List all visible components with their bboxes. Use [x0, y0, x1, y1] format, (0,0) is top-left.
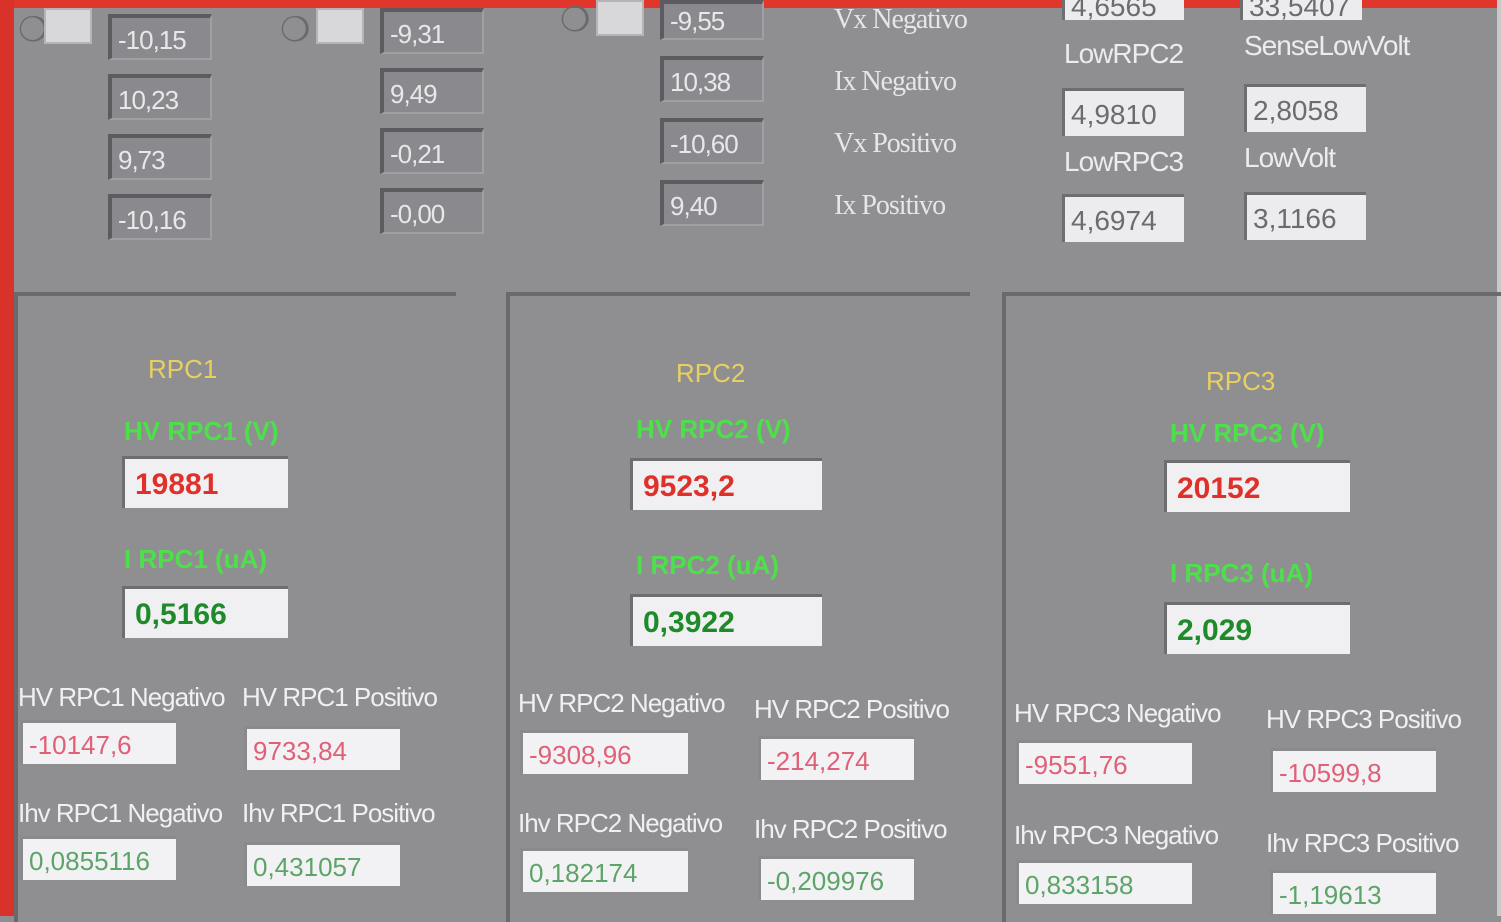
hv-positivo-value: -10599,8: [1270, 748, 1436, 792]
ihv-positivo-value: -1,19613: [1270, 870, 1436, 914]
current-value: 0,3922: [630, 594, 822, 646]
low-value-box: 4,6565: [1062, 0, 1184, 22]
knob-value-box[interactable]: [316, 8, 364, 44]
low-rpc2-value: 4,9810: [1062, 88, 1184, 136]
axis-label: Vx Positivo: [834, 128, 957, 159]
hv-value: 20152: [1164, 460, 1350, 512]
voltage-readout: -0,21: [380, 128, 484, 174]
ihv-positivo-label: Ihv RPC1 Positivo: [242, 798, 436, 828]
ihv-positivo-label: Ihv RPC3 Positivo: [1266, 828, 1460, 858]
ihv-positivo-label: Ihv RPC2 Positivo: [754, 814, 948, 844]
window-frame-left: [0, 0, 14, 916]
hv-label: HV RPC1 (V): [124, 416, 279, 446]
hv-value: 19881: [122, 456, 288, 508]
hv-value: 9523,2: [630, 458, 822, 510]
axis-label: Ix Positivo: [834, 190, 946, 221]
ihv-negativo-value: 0,833158: [1016, 860, 1192, 904]
hv-negativo-label: HV RPC2 Negativo: [518, 688, 726, 718]
hv-positivo-value: -214,274: [758, 736, 914, 780]
voltage-readout: -10,16: [108, 194, 212, 240]
hv-negativo-label: HV RPC3 Negativo: [1014, 698, 1222, 728]
hv-positivo-label: HV RPC3 Positivo: [1266, 704, 1462, 734]
hv-positivo-label: HV RPC2 Positivo: [754, 694, 950, 724]
voltage-readout: 9,49: [380, 68, 484, 114]
panel-title: RPC2: [676, 358, 746, 388]
voltage-readout: 9,40: [660, 180, 764, 226]
voltage-readout: -10,15: [108, 14, 212, 60]
low-value-box: 33,5407: [1240, 0, 1362, 22]
knob-value-box[interactable]: [596, 0, 644, 36]
ihv-negativo-value: 0,182174: [520, 848, 688, 892]
current-value: 0,5166: [122, 586, 288, 638]
rpc1-panel: RPC1 HV RPC1 (V) 19881 I RPC1 (uA) 0,516…: [14, 292, 456, 922]
low-rpc3-value: 4,6974: [1062, 194, 1184, 242]
voltage-readout: 10,23: [108, 74, 212, 120]
hv-label: HV RPC3 (V): [1170, 418, 1325, 448]
rpc3-panel: RPC3 HV RPC3 (V) 20152 I RPC3 (uA) 2,029…: [1002, 292, 1501, 922]
voltage-readout: -10,60: [660, 118, 764, 164]
rpc2-panel: RPC2 HV RPC2 (V) 9523,2 I RPC2 (uA) 0,39…: [506, 292, 970, 922]
ihv-negativo-label: Ihv RPC1 Negativo: [18, 798, 223, 828]
hv-label: HV RPC2 (V): [636, 414, 791, 444]
axis-label: Vx Negativo: [834, 4, 968, 35]
hv-negativo-value: -10147,6: [20, 720, 176, 764]
rotary-knob-icon[interactable]: ❍: [280, 10, 320, 50]
knob-value-box[interactable]: [44, 8, 92, 44]
panel-title: RPC1: [148, 354, 218, 384]
current-label: I RPC1 (uA): [124, 544, 267, 574]
hv-negativo-label: HV RPC1 Negativo: [18, 682, 226, 712]
voltage-readout: 9,73: [108, 134, 212, 180]
ihv-negativo-label: Ihv RPC2 Negativo: [518, 808, 723, 838]
hv-positivo-label: HV RPC1 Positivo: [242, 682, 438, 712]
ihv-negativo-label: Ihv RPC3 Negativo: [1014, 820, 1219, 850]
low-volt-label: LowVolt: [1244, 142, 1336, 173]
ihv-positivo-value: 0,431057: [244, 842, 400, 886]
panel-title: RPC3: [1206, 366, 1276, 396]
low-rpc2-label: LowRPC2: [1064, 38, 1184, 69]
voltage-readout: -0,00: [380, 188, 484, 234]
rotary-knob-icon[interactable]: ❍: [560, 0, 600, 40]
hv-negativo-value: -9551,76: [1016, 740, 1192, 784]
hv-negativo-value: -9308,96: [520, 730, 688, 774]
low-rpc3-label: LowRPC3: [1064, 146, 1184, 177]
current-label: I RPC3 (uA): [1170, 558, 1313, 588]
low-volt-value: 3,1166: [1244, 192, 1366, 240]
voltage-readout: -9,55: [660, 0, 764, 40]
current-value: 2,029: [1164, 602, 1350, 654]
sense-low-volt-label: SenseLowVolt: [1244, 30, 1410, 61]
voltage-readout: -9,31: [380, 8, 484, 54]
hv-positivo-value: 9733,84: [244, 726, 400, 770]
sense-low-volt-value: 2,8058: [1244, 84, 1366, 132]
axis-label: Ix Negativo: [834, 66, 957, 97]
current-label: I RPC2 (uA): [636, 550, 779, 580]
voltage-readout: 10,38: [660, 56, 764, 102]
ihv-negativo-value: 0,0855116: [20, 836, 176, 880]
ihv-positivo-value: -0,209976: [758, 856, 914, 900]
